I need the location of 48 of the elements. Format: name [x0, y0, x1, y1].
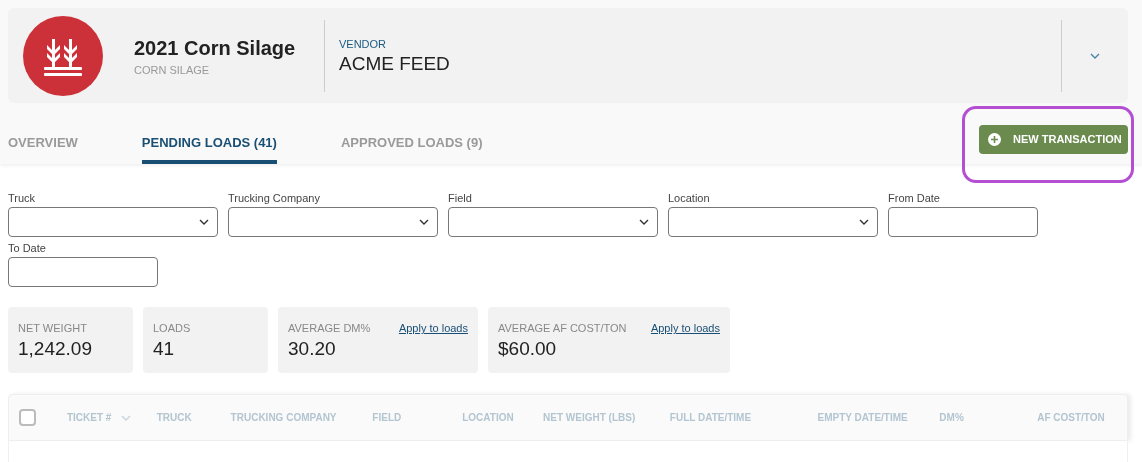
chevron-down-icon — [1090, 52, 1100, 59]
filter-label: From Date — [888, 192, 941, 205]
product-subtitle: CORN SILAGE — [134, 62, 211, 78]
new-transaction-button[interactable]: NEW TRANSACTION — [979, 125, 1128, 154]
column-header[interactable]: EMPTY DATE/TIME — [817, 410, 908, 425]
column-header[interactable]: FIELD — [372, 410, 402, 425]
column-header[interactable]: AF COST/TON — [1037, 410, 1105, 425]
stat-value: 41 — [153, 336, 176, 361]
plus-circle-icon — [988, 133, 1001, 146]
date-field[interactable] — [8, 257, 158, 287]
tab[interactable]: APPROVED LOADS (9) — [340, 132, 483, 164]
tab[interactable]: OVERVIEW — [8, 132, 78, 164]
filter-label: To Date — [8, 242, 47, 255]
column-header[interactable]: LOCATION — [462, 410, 514, 425]
product-title: 2021 Corn Silage — [134, 35, 297, 61]
stat-label: NET WEIGHT — [18, 321, 87, 336]
select-all-checkbox[interactable] — [19, 409, 36, 426]
stat-value: 30.20 — [288, 336, 337, 361]
chevron-down-icon — [419, 219, 429, 225]
filter-dropdown[interactable] — [8, 207, 218, 237]
filter-label: Field — [448, 192, 473, 205]
filter-label: Location — [668, 192, 711, 205]
date-field[interactable] — [888, 207, 1038, 237]
stat-label: AVERAGE DM% — [288, 321, 371, 336]
column-header[interactable]: TRUCK — [156, 410, 192, 425]
chevron-down-icon — [639, 219, 649, 225]
tab[interactable]: PENDING LOADS (41) — [141, 132, 277, 164]
filter-label: Truck — [8, 192, 37, 205]
stat-label: AVERAGE AF COST/TON — [498, 321, 627, 336]
filter-label: Trucking Company — [228, 192, 321, 205]
column-header[interactable]: TRUCKING COMPANY — [230, 410, 337, 425]
column-header[interactable]: TICKET # — [66, 410, 112, 425]
apply-to-loads-link[interactable]: Apply to loads — [650, 320, 720, 337]
column-header[interactable]: DM% — [939, 410, 964, 425]
stat-value: 1,242.09 — [18, 336, 93, 361]
column-header[interactable]: FULL DATE/TIME — [669, 410, 752, 425]
stat-value: $60.00 — [498, 336, 558, 361]
chevron-down-icon — [121, 414, 132, 421]
filter-dropdown[interactable] — [668, 207, 878, 237]
column-header[interactable]: NET WEIGHT (LBS) — [543, 410, 636, 425]
filter-dropdown[interactable] — [228, 207, 438, 237]
filter-dropdown[interactable] — [448, 207, 658, 237]
apply-to-loads-link[interactable]: Apply to loads — [398, 320, 468, 337]
chevron-down-icon — [859, 219, 869, 225]
chevron-down-icon — [199, 219, 209, 225]
vendor-name: ACME FEED — [339, 51, 451, 76]
stat-label: LOADS — [153, 321, 191, 336]
vendor-label: VENDOR — [339, 36, 388, 52]
